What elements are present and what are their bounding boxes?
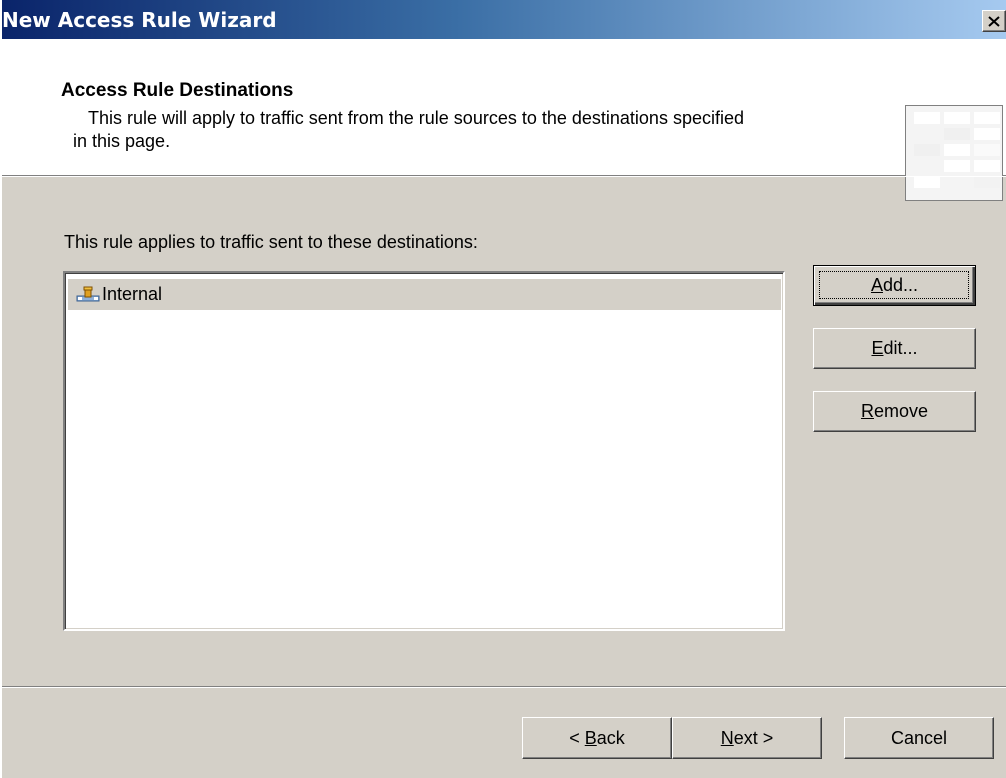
add-accel: A (870, 275, 883, 295)
page-description-line2: in this page. (73, 131, 171, 151)
next-button[interactable]: Next > (672, 717, 822, 759)
cancel-button[interactable]: Cancel (844, 717, 994, 759)
destinations-list[interactable]: Internal (63, 271, 785, 631)
list-item[interactable]: Internal (68, 279, 781, 310)
window-title: New Access Rule Wizard (2, 8, 277, 32)
network-icon (76, 285, 100, 305)
add-button[interactable]: Add... (813, 265, 976, 306)
wizard-header: Access Rule Destinations This rule will … (2, 39, 1006, 201)
footer-divider (2, 686, 1006, 688)
next-accel: N (720, 727, 734, 748)
edit-accel: E (871, 338, 884, 358)
wizard-window: New Access Rule Wizard Access Rule Desti… (0, 0, 1006, 778)
close-icon (988, 15, 1000, 27)
remove-accel: R (860, 401, 874, 421)
page-description-line1: This rule will apply to traffic sent fro… (88, 108, 744, 128)
destination-label: Internal (102, 284, 163, 304)
back-accel: B (584, 727, 597, 748)
title-bar[interactable]: New Access Rule Wizard (2, 0, 1006, 39)
remove-button[interactable]: Remove (813, 391, 976, 432)
page-description: This rule will apply to traffic sent fro… (73, 107, 888, 153)
destinations-label: This rule applies to traffic sent to the… (64, 232, 478, 252)
page-title: Access Rule Destinations (61, 80, 294, 101)
back-button[interactable]: < Back (522, 717, 672, 759)
close-button[interactable] (982, 10, 1006, 32)
edit-button[interactable]: Edit... (813, 328, 976, 369)
wizard-banner-icon (905, 105, 1003, 201)
